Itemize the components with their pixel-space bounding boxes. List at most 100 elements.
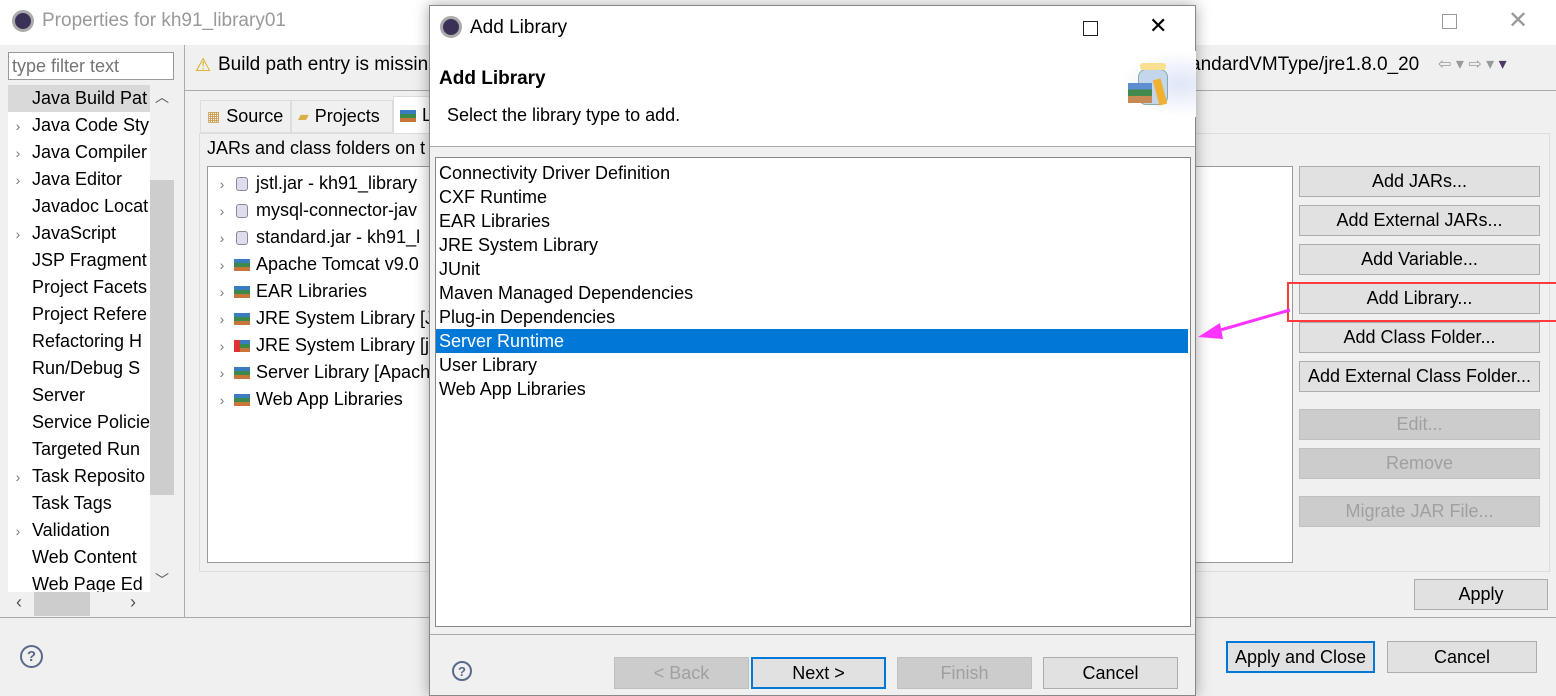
sidebar-item[interactable]: Javadoc Locat [8, 193, 150, 220]
chevron-right-icon[interactable]: › [212, 338, 232, 354]
sidebar-item-label: JavaScript [32, 223, 117, 243]
cancel-button[interactable]: Cancel [1387, 641, 1537, 673]
library-type-item[interactable]: Maven Managed Dependencies [436, 281, 1190, 305]
sidebar-item[interactable]: Server [8, 382, 150, 409]
annotation-arrow [1198, 308, 1291, 339]
maximize-icon[interactable] [1442, 14, 1457, 29]
add-variable-button[interactable]: Add Variable... [1299, 244, 1540, 275]
chevron-right-icon[interactable]: › [212, 365, 232, 381]
build-path-entry[interactable]: › Web App Libraries [212, 386, 403, 413]
chevron-right-icon[interactable]: › [212, 203, 232, 219]
chevron-right-icon[interactable]: › [212, 311, 232, 327]
sidebar-item[interactable]: Project Refere [8, 301, 150, 328]
tab-projects[interactable]: ▰ Projects [291, 100, 393, 133]
apply-button[interactable]: Apply [1414, 579, 1548, 610]
build-path-entry[interactable]: › JRE System Library [J [212, 305, 434, 332]
migrate-jar-button[interactable]: Migrate JAR File... [1299, 496, 1540, 527]
arrow-head [1198, 323, 1223, 339]
sidebar-item[interactable]: › JavaScript [8, 220, 150, 247]
library-type-item[interactable]: Server Runtime [436, 329, 1188, 353]
library-type-item[interactable]: CXF Runtime [436, 185, 1190, 209]
sidebar-hscrollbar[interactable]: ‹ › [8, 592, 174, 616]
build-path-entry[interactable]: › jstl.jar - kh91_library [212, 170, 417, 197]
sidebar-item[interactable]: › Java Editor [8, 166, 150, 193]
next-button[interactable]: Next > [751, 657, 886, 689]
scroll-up-icon[interactable]: ︿ [150, 87, 174, 107]
sidebar-item[interactable]: Task Tags [8, 490, 150, 517]
build-path-entry[interactable]: › Server Library [Apach [212, 359, 430, 386]
build-path-entry[interactable]: › standard.jar - kh91_l [212, 224, 420, 251]
back-button[interactable]: < Back [614, 657, 749, 689]
library-type-item[interactable]: Connectivity Driver Definition [436, 161, 1190, 185]
tab-libraries[interactable]: L [393, 96, 433, 134]
sidebar-item[interactable]: Run/Debug S [8, 355, 150, 382]
help-icon[interactable]: ? [20, 645, 43, 668]
sidebar-item[interactable]: Web Page Ed [8, 571, 150, 592]
entry-label: jstl.jar - kh91_library [256, 173, 418, 193]
hscroll-thumb[interactable] [34, 592, 90, 616]
library-type-item[interactable]: Web App Libraries [436, 377, 1190, 401]
sidebar-item[interactable]: › Java Compiler [8, 139, 150, 166]
dialog-cancel-button[interactable]: Cancel [1043, 657, 1178, 689]
tab-source[interactable]: ▦ Source [200, 100, 291, 133]
add-external-class-folder-button[interactable]: Add External Class Folder... [1299, 361, 1540, 392]
sidebar-item[interactable]: › Validation [8, 517, 150, 544]
sidebar-vscrollbar[interactable]: ︿ ﹀ [150, 85, 174, 592]
add-jars-button[interactable]: Add JARs... [1299, 166, 1540, 197]
window-title: Properties for kh91_library01 [42, 10, 286, 31]
library-type-item[interactable]: JRE System Library [436, 233, 1190, 257]
add-class-folder-button[interactable]: Add Class Folder... [1299, 322, 1540, 353]
sidebar-item[interactable]: Service Policie [8, 409, 150, 436]
finish-button[interactable]: Finish [897, 657, 1032, 689]
build-path-entry[interactable]: › Apache Tomcat v9.0 [212, 251, 419, 278]
sidebar-item-label: Task Tags [32, 493, 112, 513]
build-path-entry[interactable]: › JRE System Library [j [212, 332, 429, 359]
tab-label: Source [226, 106, 284, 126]
sidebar-item[interactable]: Web Content [8, 544, 150, 571]
dialog-maximize-icon[interactable] [1083, 21, 1098, 36]
chevron-right-icon[interactable]: › [212, 392, 232, 408]
chevron-right-icon: › [15, 522, 21, 539]
sidebar-item[interactable]: Targeted Run [8, 436, 150, 463]
chevron-right-icon[interactable]: › [212, 230, 232, 246]
add-external-jars-button[interactable]: Add External JARs... [1299, 205, 1540, 236]
sidebar-item-label: Java Compiler [32, 142, 148, 162]
chevron-right-icon[interactable]: › [212, 257, 232, 273]
library-icon [234, 393, 250, 406]
dialog-close-icon[interactable]: ✕ [1149, 13, 1167, 39]
library-icon [234, 312, 250, 325]
chevron-right-icon: › [15, 144, 21, 161]
chevron-right-icon[interactable]: › [212, 284, 232, 300]
edit-button[interactable]: Edit... [1299, 409, 1540, 440]
library-type-list[interactable]: Connectivity Driver Definition CXF Runtim… [435, 157, 1191, 627]
chevron-right-icon[interactable]: › [212, 176, 232, 192]
dialog-bottom-divider [430, 634, 1195, 635]
dialog-help-icon[interactable]: ? [452, 661, 472, 681]
library-icon [234, 366, 250, 379]
remove-button[interactable]: Remove [1299, 448, 1540, 479]
library-type-item[interactable]: JUnit [436, 257, 1190, 281]
arrow-line [1209, 308, 1291, 335]
build-path-entry[interactable]: › EAR Libraries [212, 278, 367, 305]
dialog-header-divider [430, 146, 1195, 147]
library-icon [234, 258, 250, 271]
close-icon[interactable]: ✕ [1508, 6, 1528, 35]
scroll-thumb[interactable] [150, 180, 174, 495]
build-path-entry[interactable]: › mysql-connector-jav [212, 197, 417, 224]
sidebar-item[interactable]: Java Build Pat [8, 85, 150, 112]
nav-arrows[interactable]: ⇦ ▾ ⇨ ▾ ▾ [1438, 54, 1507, 74]
scroll-left-icon[interactable]: ‹ [16, 592, 22, 613]
sidebar-item[interactable]: Refactoring H [8, 328, 150, 355]
scroll-right-icon[interactable]: › [130, 592, 136, 613]
library-type-item[interactable]: Plug-in Dependencies [436, 305, 1190, 329]
filter-input[interactable] [8, 52, 174, 80]
sidebar-item-label: Service Policie [31, 412, 150, 432]
apply-and-close-button[interactable]: Apply and Close [1226, 641, 1375, 673]
library-type-item[interactable]: EAR Libraries [436, 209, 1190, 233]
sidebar-item[interactable]: Project Facets [8, 274, 150, 301]
scroll-down-icon[interactable]: ﹀ [150, 570, 174, 590]
library-type-item[interactable]: User Library [436, 353, 1190, 377]
sidebar-item[interactable]: › Task Reposito [8, 463, 150, 490]
sidebar-item[interactable]: › Java Code Sty [8, 112, 150, 139]
sidebar-item[interactable]: JSP Fragment [8, 247, 150, 274]
